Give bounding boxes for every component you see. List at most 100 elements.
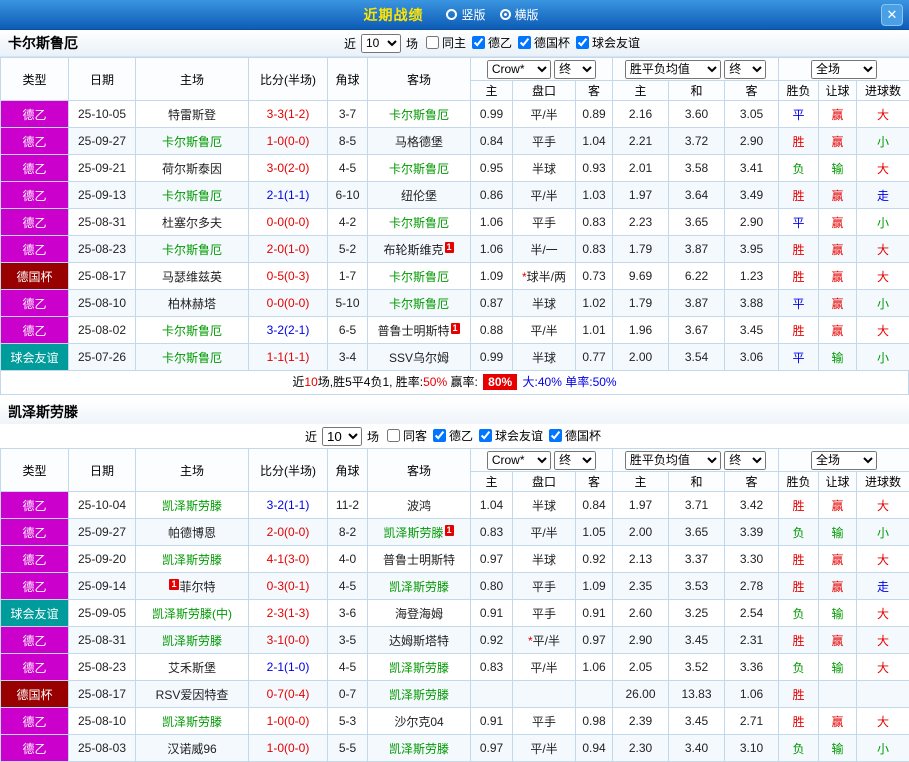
col-score: 比分(半场): [249, 449, 328, 492]
team-text: 凯泽斯劳滕: [389, 688, 449, 702]
checkbox-input[interactable]: [479, 429, 492, 442]
goals-result-cell: 大: [857, 317, 909, 344]
handicap-result-cell: 赢: [819, 128, 857, 155]
corner-cell: 5-3: [328, 708, 368, 735]
goals-result-cell: 大: [857, 101, 909, 128]
asia-home-odds-cell: 1.04: [471, 492, 513, 519]
league-type-cell: 德乙: [1, 290, 69, 317]
team-text: 卡尔斯鲁厄: [162, 351, 222, 365]
view-mode-radio[interactable]: 横版: [500, 6, 539, 23]
scope-select[interactable]: 全场: [811, 60, 877, 79]
europe-odds-select[interactable]: 胜平负均值: [625, 60, 721, 79]
europe-home-odds-cell: 2.90: [613, 627, 669, 654]
europe-draw-odds-cell: 3.65: [669, 519, 725, 546]
europe-time-select[interactable]: 终: [724, 60, 766, 79]
team-text: 马瑟维兹英: [162, 270, 222, 284]
checkbox-input[interactable]: [472, 36, 485, 49]
col-handicap: 盘口: [513, 472, 576, 492]
checkbox-input[interactable]: [426, 36, 439, 49]
team-text: 卡尔斯鲁厄: [389, 162, 449, 176]
asia-home-odds-cell: 1.06: [471, 209, 513, 236]
asia-away-odds-cell: 0.97: [576, 627, 613, 654]
odds-source-select[interactable]: Crow*: [487, 451, 551, 470]
odds-time-select[interactable]: 终: [554, 60, 596, 79]
europe-home-odds-cell: 2.21: [613, 128, 669, 155]
col-date: 日期: [69, 449, 136, 492]
checkbox-input[interactable]: [518, 36, 531, 49]
handicap-line-cell: *平/半: [513, 627, 576, 654]
team1-filters: 近 10 场 同主德乙德国杯球会友谊: [78, 34, 909, 53]
away-team-cell: SSV乌尔姆: [368, 344, 471, 371]
odds-time-select[interactable]: 终: [554, 451, 596, 470]
away-team-cell: 凯泽斯劳滕: [368, 654, 471, 681]
europe-draw-odds-cell: 3.65: [669, 209, 725, 236]
handicap-line-cell: *球半/两: [513, 263, 576, 290]
asia-away-odds-cell: 0.83: [576, 236, 613, 263]
close-button[interactable]: ✕: [881, 4, 903, 26]
filter-checkbox[interactable]: 德国杯: [549, 427, 601, 444]
team-text: 普鲁士明斯特: [383, 553, 455, 567]
league-type-cell: 德乙: [1, 627, 69, 654]
league-type-cell: 德乙: [1, 654, 69, 681]
europe-home-odds-cell: 1.96: [613, 317, 669, 344]
home-team-cell: 艾禾斯堡: [136, 654, 249, 681]
handicap-line-cell: 平手: [513, 573, 576, 600]
col-eu-draw: 和: [669, 472, 725, 492]
col-asia-home: 主: [471, 472, 513, 492]
col-eu-home: 主: [613, 81, 669, 101]
checkbox-input[interactable]: [387, 429, 400, 442]
team-text: 杜塞尔多夫: [162, 216, 222, 230]
asia-home-odds-cell: 0.91: [471, 600, 513, 627]
europe-time-select[interactable]: 终: [724, 451, 766, 470]
team-text: 卡尔斯鲁厄: [162, 324, 222, 338]
filter-checkbox[interactable]: 德乙: [472, 34, 512, 51]
team-text: 荷尔斯泰因: [162, 162, 222, 176]
filter-checkbox[interactable]: 球会友谊: [479, 427, 543, 444]
team-text: 凯泽斯劳滕: [383, 526, 443, 540]
europe-draw-odds-cell: 3.37: [669, 546, 725, 573]
handicap-result-cell: 输: [819, 519, 857, 546]
corner-cell: 4-2: [328, 209, 368, 236]
scope-select[interactable]: 全场: [811, 451, 877, 470]
europe-home-odds-cell: 1.79: [613, 290, 669, 317]
near-label: 近: [305, 428, 317, 445]
europe-draw-odds-cell: 3.87: [669, 290, 725, 317]
match-row: 德乙25-08-31杜塞尔多夫0-0(0-0)4-2卡尔斯鲁厄1.06平手0.8…: [1, 209, 909, 236]
goals-result-cell: 大: [857, 263, 909, 290]
asia-away-odds-cell: 0.94: [576, 735, 613, 762]
team-text: 卡尔斯鲁厄: [389, 270, 449, 284]
europe-odds-select[interactable]: 胜平负均值: [625, 451, 721, 470]
checkbox-input[interactable]: [549, 429, 562, 442]
checkbox-label: 球会友谊: [592, 34, 640, 51]
home-team-cell: 卡尔斯鲁厄: [136, 236, 249, 263]
europe-draw-odds-cell: 6.22: [669, 263, 725, 290]
match-row: 球会友谊25-07-26卡尔斯鲁厄1-1(1-1)3-4SSV乌尔姆0.99半球…: [1, 344, 909, 371]
asia-home-odds-cell: 0.80: [471, 573, 513, 600]
team-text: 凯泽斯劳滕: [389, 580, 449, 594]
checkbox-input[interactable]: [433, 429, 446, 442]
score-cell: 3-2(2-1): [249, 317, 328, 344]
recent-count-select[interactable]: 10: [322, 427, 362, 446]
europe-away-odds-cell: 3.42: [725, 492, 779, 519]
europe-home-odds-cell: 2.30: [613, 735, 669, 762]
goals-result-cell: 大: [857, 546, 909, 573]
goals-result-cell: 大: [857, 600, 909, 627]
home-team-cell: 凯泽斯劳滕(中): [136, 600, 249, 627]
home-team-cell: 卡尔斯鲁厄: [136, 344, 249, 371]
odds-source-select[interactable]: Crow*: [487, 60, 551, 79]
view-mode-radio[interactable]: 竖版: [446, 6, 485, 23]
filter-checkbox[interactable]: 德国杯: [518, 34, 570, 51]
filter-checkbox[interactable]: 同客: [387, 427, 427, 444]
handicap-result-cell: 赢: [819, 182, 857, 209]
team-text: 菲尔特: [180, 580, 216, 594]
league-type-cell: 德乙: [1, 209, 69, 236]
filter-checkbox[interactable]: 球会友谊: [576, 34, 640, 51]
asia-away-odds-cell: 1.02: [576, 290, 613, 317]
goals-result-cell: 走: [857, 573, 909, 600]
filter-checkbox[interactable]: 同主: [426, 34, 466, 51]
checkbox-input[interactable]: [576, 36, 589, 49]
filter-checkbox[interactable]: 德乙: [433, 427, 473, 444]
asia-home-odds-cell: 0.99: [471, 101, 513, 128]
handicap-result-cell: 赢: [819, 573, 857, 600]
recent-count-select[interactable]: 10: [361, 34, 401, 53]
